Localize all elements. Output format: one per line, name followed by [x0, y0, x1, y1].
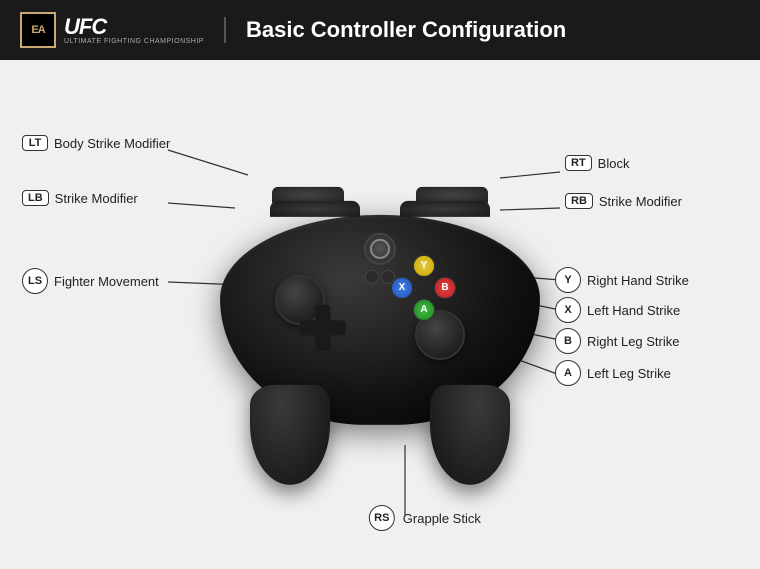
ea-logo: EA [20, 12, 56, 48]
rt-badge: RT [565, 155, 592, 171]
rs-badge: RS [369, 505, 395, 531]
b-label: B Right Leg Strike [555, 328, 680, 354]
logo-area: EA UFC ULTIMATE FIGHTING CHAMPIONSHIP [20, 12, 204, 48]
lt-text: Body Strike Modifier [54, 136, 170, 151]
y-label: Y Right Hand Strike [555, 267, 689, 293]
ufc-subtitle: ULTIMATE FIGHTING CHAMPIONSHIP [64, 38, 204, 45]
y-text: Right Hand Strike [587, 273, 689, 288]
ls-badge: LS [22, 268, 48, 294]
ufc-logo: UFC ULTIMATE FIGHTING CHAMPIONSHIP [64, 16, 204, 45]
rs-label: RS Grapple Stick [369, 505, 481, 531]
a-badge: A [555, 360, 581, 386]
lb-text: Strike Modifier [55, 191, 138, 206]
bumper-left [270, 200, 360, 216]
b-badge: B [555, 328, 581, 354]
rt-text: Block [598, 156, 630, 171]
lb-badge: LB [22, 190, 49, 206]
main-area: Y X B A LT Body Strike Modifier LB Strik… [0, 60, 760, 569]
button-b: B [434, 276, 456, 298]
rt-label: RT Block [565, 155, 629, 171]
b-text: Right Leg Strike [587, 334, 680, 349]
button-a: A [413, 298, 435, 320]
menu-button [381, 269, 395, 283]
a-text: Left Leg Strike [587, 366, 671, 381]
header: EA UFC ULTIMATE FIGHTING CHAMPIONSHIP Ba… [0, 0, 760, 60]
button-y: Y [413, 254, 435, 276]
dpad [300, 304, 346, 350]
xbox-ring [370, 238, 390, 258]
x-label: X Left Hand Strike [555, 297, 680, 323]
dpad-vertical [315, 304, 330, 350]
rb-text: Strike Modifier [599, 194, 682, 209]
lt-badge: LT [22, 135, 48, 151]
grip-left [250, 384, 330, 484]
view-button [365, 269, 379, 283]
y-badge: Y [555, 267, 581, 293]
ls-label: LS Fighter Movement [22, 268, 159, 294]
x-badge: X [555, 297, 581, 323]
controller: Y X B A [210, 169, 550, 449]
lb-label: LB Strike Modifier [22, 190, 138, 206]
lt-label: LT Body Strike Modifier [22, 135, 170, 151]
xbox-button [364, 232, 396, 264]
controller-body: Y X B A [220, 214, 540, 424]
rb-label: RB Strike Modifier [565, 193, 682, 209]
page-title: Basic Controller Configuration [224, 17, 566, 43]
ufc-text: UFC [64, 16, 106, 38]
bumper-right [400, 200, 490, 216]
a-label: A Left Leg Strike [555, 360, 671, 386]
x-text: Left Hand Strike [587, 303, 680, 318]
button-x: X [391, 276, 413, 298]
rs-text: Grapple Stick [403, 511, 481, 526]
ls-text: Fighter Movement [54, 274, 159, 289]
rb-badge: RB [565, 193, 593, 209]
grip-right [430, 384, 510, 484]
